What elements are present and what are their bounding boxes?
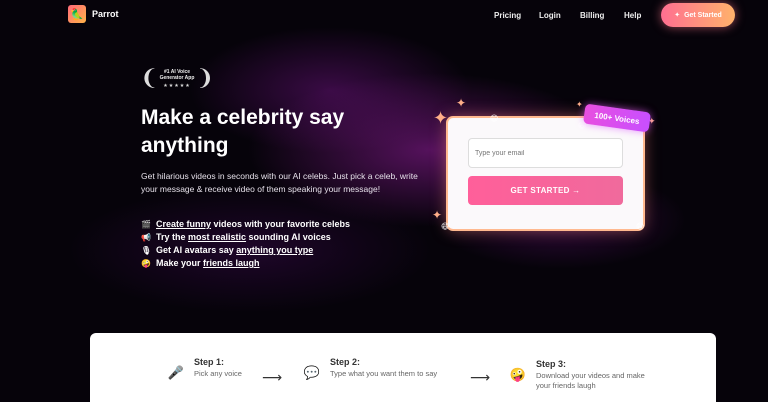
feature-text-part: Try the (156, 232, 189, 242)
step-title: Step 3: (536, 359, 567, 369)
step-desc: Type what you want them to say (330, 369, 438, 378)
step-2: 💬 Step 2: Type what you want them to say (302, 357, 437, 383)
feature-icon: 🎬 (141, 220, 151, 229)
feature-item: 🤪 Make your friends laugh (141, 257, 350, 270)
sparkle-icon: ✦ (433, 108, 449, 128)
sparkle-icon: ✦ (432, 208, 443, 222)
get-started-nav-label: Get Started (684, 11, 722, 19)
nav-link-billing[interactable]: Billing (580, 11, 604, 20)
hero-headline: Make a celebrity say anything (141, 106, 345, 157)
avatar-emoji-icon: 😄 (636, 222, 645, 231)
feature-highlight: Create funny (156, 219, 212, 229)
brand-logo[interactable]: 🦜 Parrot (68, 5, 119, 23)
feature-list: 🎬 Create funny videos with your favorite … (141, 218, 350, 270)
feature-text: Make your friends laugh (156, 257, 260, 270)
sparkle-icon: ✦ (456, 96, 467, 110)
feature-text-part: videos with your favorite celebs (211, 219, 351, 229)
brand-name: Parrot (92, 9, 119, 19)
step-title: Step 1: (194, 357, 225, 367)
feature-icon: 📢 (141, 233, 151, 242)
feature-item: 🎬 Create funny videos with your favorite … (141, 218, 350, 231)
award-badge: ❨ ❩ #1 AI Voice Generator App ★★★★★ (140, 64, 214, 94)
feature-text-part: sounding AI voices (246, 232, 331, 242)
top-nav: 🦜 Parrot Pricing Login Billing Help ✦ Ge… (0, 0, 768, 30)
signup-card: GET STARTED → (448, 118, 643, 229)
feature-text-part: Make your (156, 258, 204, 268)
step-title: Step 2: (330, 357, 361, 367)
nav-link-help[interactable]: Help (624, 11, 641, 20)
nav-link-login[interactable]: Login (539, 11, 561, 20)
curved-arrow-icon: ⟶ (470, 369, 491, 385)
feature-text: Try the most realistic sounding AI voice… (156, 231, 331, 244)
feature-text-part: Get AI avatars say (156, 245, 237, 255)
steps-section: 🎤 Step 1: Pick any voice ⟶ 💬 Step 2: Typ… (90, 333, 716, 402)
step-desc: Pick any voice (194, 369, 242, 378)
feature-highlight: most realistic (188, 232, 247, 242)
sparkle-icon: ✦ (576, 100, 583, 109)
curved-arrow-icon: ⟶ (262, 369, 283, 385)
laughing-face-icon: 🤪 (509, 367, 527, 382)
avatar-emoji-icon: 😄 (441, 222, 450, 231)
feature-highlight: friends laugh (203, 258, 260, 268)
avatar-emoji-icon: 😄 (490, 114, 499, 123)
get-started-nav-button[interactable]: ✦ Get Started (661, 3, 735, 27)
hero-subtext: Get hilarious videos in seconds with our… (141, 171, 418, 194)
sparkle-icon: ✦ (674, 12, 681, 19)
step-3: 🤪 Step 3: Download your videos and make … (508, 359, 646, 391)
nav-link-pricing[interactable]: Pricing (494, 11, 521, 20)
award-title: #1 AI Voice Generator App (159, 69, 195, 81)
get-started-button[interactable]: GET STARTED → (468, 176, 623, 205)
speech-bubble-icon: 💬 (303, 365, 321, 380)
microphone-icon: 🎤 (167, 365, 185, 380)
feature-icon: 🤪 (141, 259, 151, 268)
parrot-logo-icon: 🦜 (68, 5, 86, 23)
feature-icon: 🎙 (141, 246, 152, 255)
feature-text: Create funny videos with your favorite c… (156, 218, 350, 231)
feature-item: 🎙 Get AI avatars say anything you type (141, 244, 350, 257)
step-desc: Download your videos and make your frien… (536, 371, 645, 390)
feature-text: Get AI avatars say anything you type (156, 244, 313, 257)
feature-item: 📢 Try the most realistic sounding AI voic… (141, 231, 350, 244)
email-input[interactable] (468, 138, 623, 168)
feature-highlight: anything you type (236, 245, 314, 255)
step-1: 🎤 Step 1: Pick any voice (166, 357, 242, 383)
award-stars: ★★★★★ (163, 83, 191, 89)
